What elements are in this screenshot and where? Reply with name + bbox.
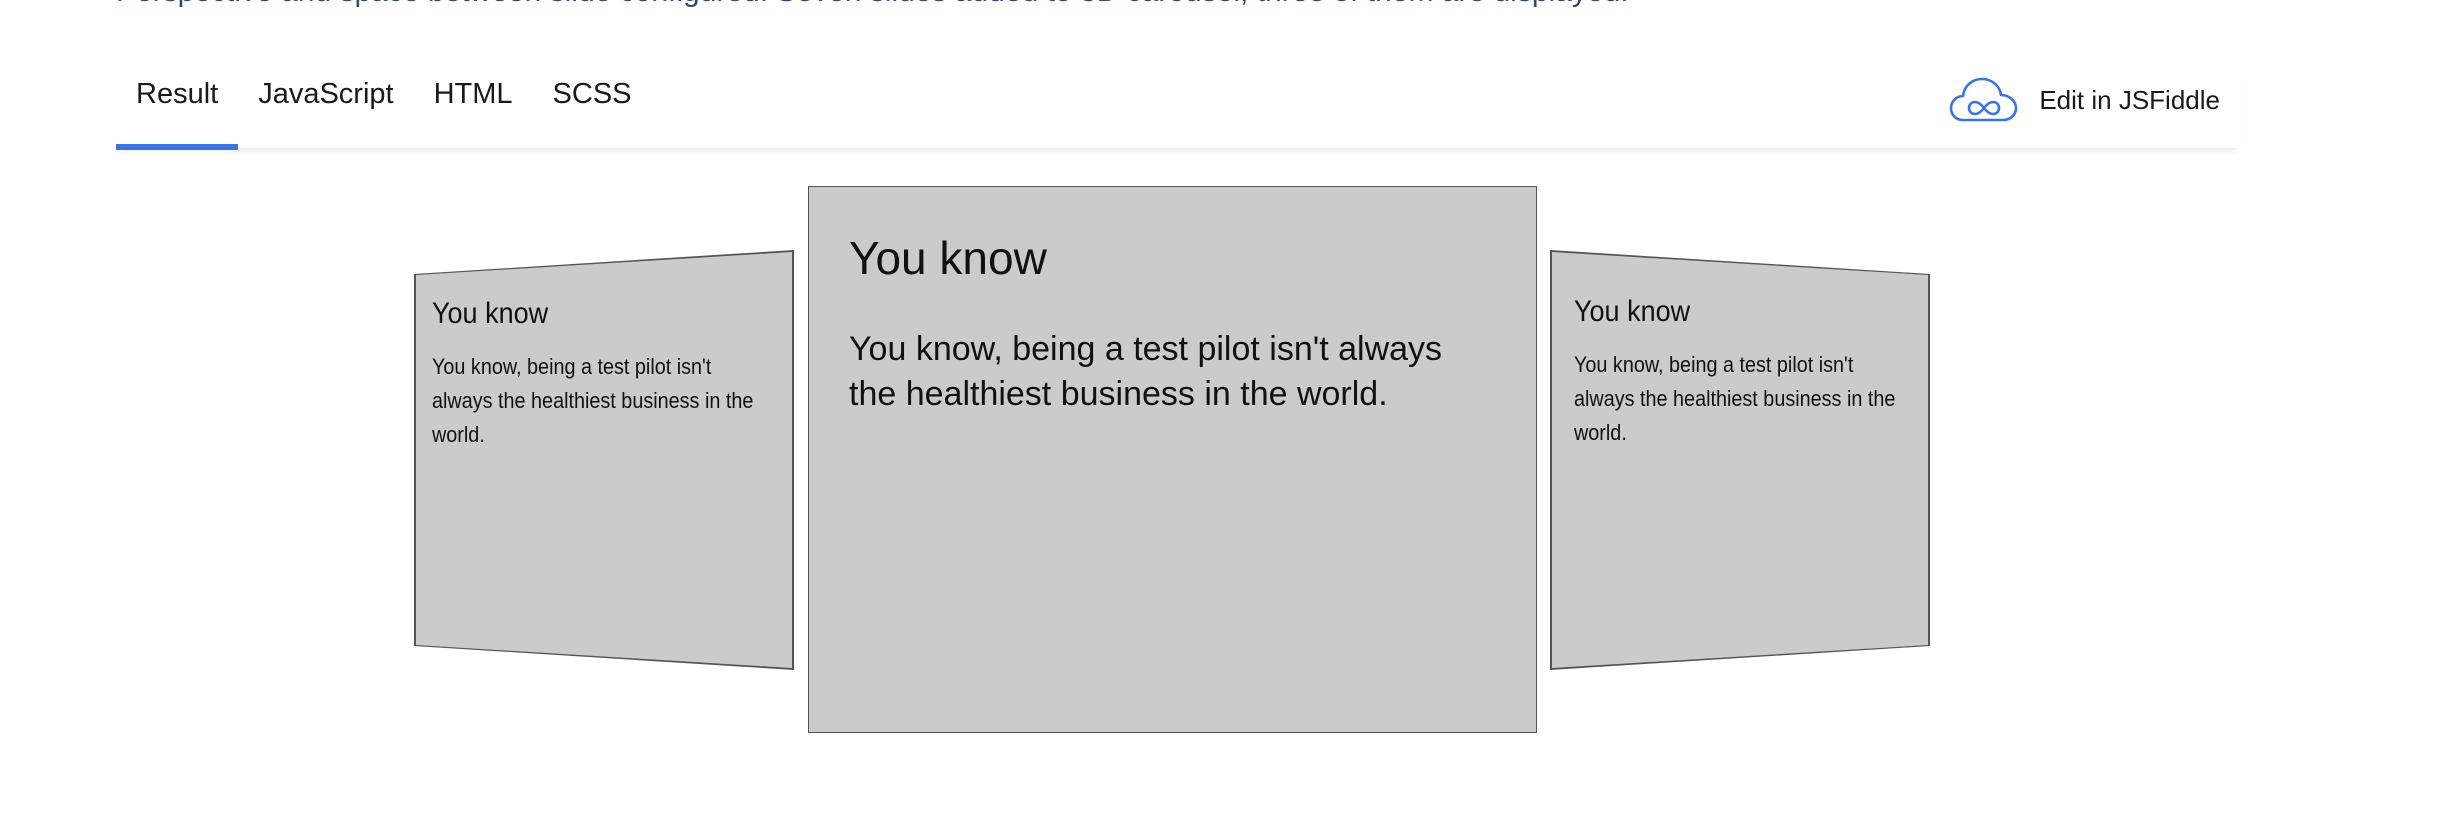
- carousel-slide-center[interactable]: You know You know, being a test pilot is…: [808, 186, 1537, 733]
- slide-text: You know, being a test pilot isn't alway…: [849, 330, 1443, 413]
- slide-text: You know, being a test pilot isn't alway…: [1574, 352, 1896, 445]
- slide-content: You know You know, being a test pilot is…: [1574, 294, 1906, 450]
- slide-title: You know: [1574, 295, 1691, 328]
- cloud-infinity-icon: [1950, 77, 2018, 122]
- edit-in-jsfiddle-link[interactable]: Edit in JSFiddle: [1949, 72, 2220, 128]
- tab-list: Result JavaScript HTML SCSS: [116, 62, 652, 150]
- tab-html[interactable]: HTML: [414, 62, 533, 148]
- code-tabs-bar: Result JavaScript HTML SCSS Edit in JSFi…: [116, 62, 2240, 150]
- carousel-slide-right[interactable]: You know You know, being a test pilot is…: [1550, 250, 1930, 670]
- tab-scss[interactable]: SCSS: [533, 62, 652, 148]
- carousel-slide-left[interactable]: You know You know, being a test pilot is…: [414, 250, 794, 670]
- slide-text: You know, being a test pilot isn't alway…: [432, 354, 754, 447]
- tab-javascript[interactable]: JavaScript: [238, 62, 413, 148]
- tab-result[interactable]: Result: [116, 62, 239, 150]
- slide-title: You know: [849, 232, 1047, 284]
- slide-content: You know You know, being a test pilot is…: [432, 296, 776, 452]
- demo-description: Perspective and space between slide conf…: [116, 0, 1629, 10]
- slide-title: You know: [432, 297, 549, 330]
- edit-in-jsfiddle-label: Edit in JSFiddle: [2039, 84, 2220, 115]
